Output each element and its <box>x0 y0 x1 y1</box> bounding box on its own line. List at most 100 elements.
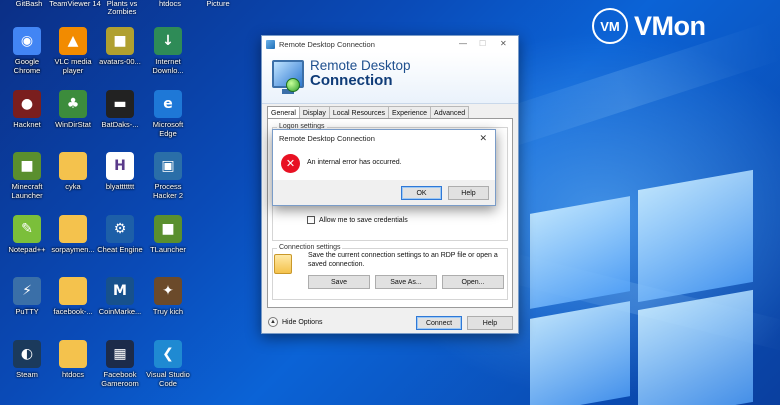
close-icon[interactable]: ✕ <box>500 39 507 48</box>
cheat-engine-icon: ⚙ <box>106 215 134 243</box>
desktop-icon[interactable]: ✎ Notepad++ <box>3 215 51 254</box>
minimize-icon[interactable]: — <box>459 39 467 48</box>
folder-icon <box>274 254 292 274</box>
banner-title-line1: Remote Desktop <box>310 58 411 73</box>
windows-logo-wallpaper <box>520 169 760 405</box>
desktop-icon[interactable]: ▬ BatDaks-... <box>96 90 144 129</box>
desktop-icon[interactable]: M CoinMarke... <box>96 277 144 316</box>
idm-icon: ↓ <box>154 27 182 55</box>
desktop-icon-label: Internet Downlo... <box>152 57 184 75</box>
desktop-icon[interactable]: e Microsoft Edge <box>144 90 192 138</box>
desktop-icon[interactable]: htdocs <box>49 340 97 379</box>
desktop-icon-label: Minecraft Launcher <box>11 182 43 200</box>
desktop-icon-label: Facebook Gameroom <box>101 370 139 388</box>
desktop-icon-label: CoinMarke... <box>98 307 142 316</box>
error-dialog-titlebar[interactable]: Remote Desktop Connection <box>273 130 495 147</box>
minecraft-icon: ■ <box>13 152 41 180</box>
hide-options-toggle[interactable]: ▲ Hide Options <box>268 317 322 327</box>
game-icon: ✦ <box>154 277 182 305</box>
desktop-icon-label: htdocs <box>61 370 85 379</box>
desktop-icon[interactable]: ■ Minecraft Launcher <box>3 152 51 200</box>
desktop-icon-label: VLC media player <box>54 57 92 75</box>
connection-settings-description: Save the current connection settings to … <box>308 252 498 268</box>
desktop-icon-label: Steam <box>16 370 38 379</box>
desktop-icon[interactable]: facebook-... <box>49 277 97 316</box>
rdp-app-icon <box>266 39 275 49</box>
desktop-icon[interactable]: ↓ Internet Downlo... <box>144 27 192 75</box>
error-message: An internal error has occurred. <box>307 159 402 166</box>
desktop-icon[interactable]: ▣ Process Hacker 2 <box>144 152 192 200</box>
desktop-icon-label: blyattttttt <box>105 182 135 191</box>
error-help-button[interactable]: Help <box>448 186 489 200</box>
desktop-icon-label[interactable]: TeamViewer 14 <box>49 0 101 8</box>
save-as-button[interactable]: Save As... <box>375 275 437 289</box>
desktop-icon-label[interactable]: htdocs <box>144 0 196 8</box>
desktop-icon-label[interactable]: GitBash <box>3 0 55 8</box>
desktop-icon-grid: GitBash TeamViewer 14 Plants vs Zombies … <box>0 0 229 405</box>
connect-button[interactable]: Connect <box>416 316 462 330</box>
error-dialog: Remote Desktop Connection ✕ ✕ An interna… <box>272 129 496 206</box>
coinmarketcap-icon: M <box>106 277 134 305</box>
desktop-icon[interactable]: Hblyattttttt <box>96 152 144 191</box>
vm-badge: VM <box>592 8 628 44</box>
desktop-icon[interactable]: ⚡ PuTTY <box>3 277 51 316</box>
car-image-icon: ■ <box>106 27 134 55</box>
hacknet-icon: ● <box>13 90 41 118</box>
desktop-icon[interactable]: ■ avatars-00... <box>96 27 144 66</box>
brand-name: VMon <box>634 10 706 41</box>
vmon-watermark-logo: VM VMon <box>592 8 706 44</box>
desktop-icon-label: Cheat Engine <box>97 245 143 254</box>
desktop-icon-label: Google Chrome <box>13 57 41 75</box>
allow-save-credentials-row[interactable]: Allow me to save credentials <box>307 216 408 224</box>
chevron-up-icon: ▲ <box>268 317 278 327</box>
desktop-icon[interactable]: ■ TLauncher <box>144 215 192 254</box>
desktop-icon-label: sorpaymen... <box>51 245 95 254</box>
putty-icon: ⚡ <box>13 277 41 305</box>
desktop-icon[interactable]: ♣ WinDirStat <box>49 90 97 129</box>
chrome-icon: ◉ <box>13 27 41 55</box>
tlauncher-icon: ■ <box>154 215 182 243</box>
allow-save-credentials-label: Allow me to save credentials <box>319 216 408 224</box>
document-h-icon: H <box>106 152 134 180</box>
desktop-icon[interactable]: ✦ Truy kich <box>144 277 192 316</box>
desktop-icon-label: Notepad++ <box>8 245 46 254</box>
desktop-icon-label: PuTTY <box>15 307 39 316</box>
rdp-titlebar[interactable]: Remote Desktop Connection — ☐ ✕ <box>262 36 518 52</box>
rdp-window-title: Remote Desktop Connection <box>279 39 375 49</box>
error-dialog-title: Remote Desktop Connection <box>279 134 375 143</box>
close-icon[interactable]: ✕ <box>479 133 487 144</box>
desktop-icon-label: cyka <box>65 182 81 191</box>
desktop-icon[interactable]: cyka <box>49 152 97 191</box>
folder-icon <box>59 277 87 305</box>
desktop-icon-label: Process Hacker 2 <box>152 182 183 200</box>
open-button[interactable]: Open... <box>442 275 504 289</box>
desktop-icon[interactable]: ● Hacknet <box>3 90 51 129</box>
desktop-icon[interactable]: sorpaymen... <box>49 215 97 254</box>
vscode-icon: ❮ <box>154 340 182 368</box>
ok-button[interactable]: OK <box>401 186 442 200</box>
allow-save-credentials-checkbox[interactable] <box>307 216 315 224</box>
desktop-icon-label: WinDirStat <box>55 120 91 129</box>
desktop-icon[interactable]: ◐ Steam <box>3 340 51 379</box>
gameroom-icon: ▦ <box>106 340 134 368</box>
maximize-icon[interactable]: ☐ <box>479 39 486 48</box>
desktop-icon[interactable]: ⚙ Cheat Engine <box>96 215 144 254</box>
desktop-icon-label[interactable]: Plants vs Zombies <box>96 0 148 16</box>
desktop-icon-label: Visual Studio Code <box>146 370 190 388</box>
save-button[interactable]: Save <box>308 275 370 289</box>
desktop-icon-label: facebook-... <box>53 307 93 316</box>
desktop-icon[interactable]: ❮ Visual Studio Code <box>144 340 192 388</box>
connection-settings-label: Connection settings <box>277 244 343 251</box>
desktop-icon-label[interactable]: Picture <box>192 0 244 8</box>
folder-icon <box>59 152 87 180</box>
desktop-icon[interactable]: ▲ VLC media player <box>49 27 97 75</box>
tree-icon: ♣ <box>59 90 87 118</box>
desktop-icon-label: Microsoft Edge <box>152 120 184 138</box>
desktop-icon[interactable]: ◉ Google Chrome <box>3 27 51 75</box>
error-dialog-footer: OK Help <box>273 180 495 205</box>
desktop-icon-label: BatDaks-... <box>101 120 139 129</box>
edge-icon: e <box>154 90 182 118</box>
desktop-icon[interactable]: ▦ Facebook Gameroom <box>96 340 144 388</box>
vlc-cone-icon: ▲ <box>59 27 87 55</box>
rdp-help-button[interactable]: Help <box>467 316 513 330</box>
